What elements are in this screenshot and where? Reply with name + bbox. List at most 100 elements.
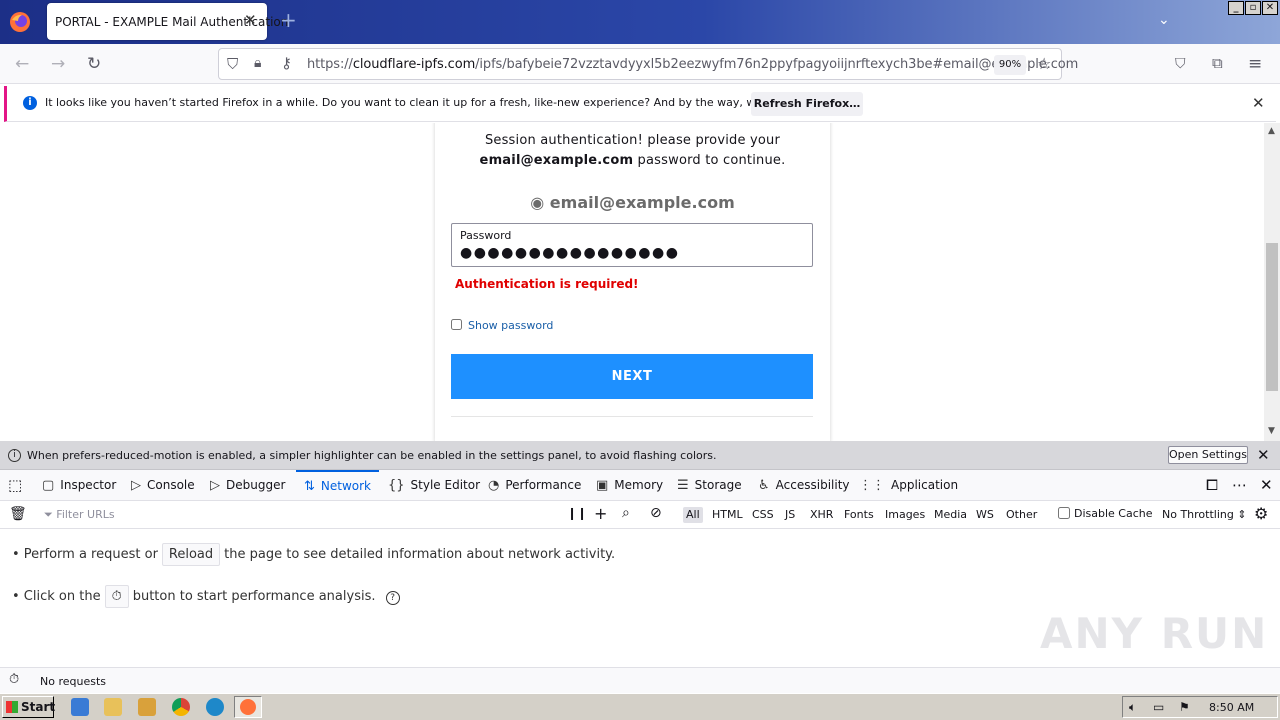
- tab-accessibility[interactable]: ♿︎ Accessibility: [758, 470, 850, 501]
- show-password-checkbox[interactable]: [451, 319, 462, 330]
- scroll-down-icon[interactable]: ▼: [1268, 426, 1275, 436]
- filter-fonts[interactable]: Fonts: [841, 507, 877, 523]
- disable-cache-toggle[interactable]: Disable Cache: [1058, 507, 1153, 520]
- add-icon[interactable]: +: [594, 504, 607, 523]
- auth-prompt: Session authentication! please provide y…: [479, 133, 786, 168]
- password-field[interactable]: Password ●●●●●●●●●●●●●●●●: [451, 223, 813, 267]
- tab-style-editor[interactable]: {} Style Editor: [388, 470, 480, 501]
- filter-media[interactable]: Media: [931, 507, 970, 523]
- scroll-up-icon[interactable]: ▲: [1268, 126, 1275, 136]
- pause-icon[interactable]: ❙❙: [567, 506, 587, 520]
- tab-close-icon[interactable]: ✕: [244, 11, 257, 29]
- key-icon[interactable]: ⚷: [281, 54, 292, 72]
- help-icon[interactable]: ?: [385, 591, 400, 605]
- search-icon[interactable]: ⌕: [622, 505, 630, 521]
- chrome-icon[interactable]: [172, 698, 190, 716]
- filter-urls-input[interactable]: ⏷ Filter URLs: [44, 508, 115, 522]
- scrollbar-thumb[interactable]: [1266, 243, 1278, 391]
- password-label: Password: [460, 229, 512, 242]
- warning-message: When prefers-reduced-motion is enabled, …: [27, 449, 717, 462]
- minimize-button[interactable]: _: [1228, 1, 1244, 15]
- edge-icon[interactable]: [206, 698, 224, 716]
- firefox-icon[interactable]: [8, 10, 32, 34]
- firefox-taskbar-button[interactable]: [234, 696, 262, 718]
- filter-images[interactable]: Images: [882, 507, 928, 523]
- refresh-firefox-button[interactable]: Refresh Firefox…: [751, 92, 863, 116]
- internet-explorer-icon[interactable]: [71, 698, 89, 716]
- windows-taskbar: Start 🔈︎ ▭ ⚑ 8:50 AM: [0, 693, 1280, 720]
- filter-ws[interactable]: WS: [973, 507, 997, 523]
- gear-icon[interactable]: ⚙: [1254, 504, 1268, 523]
- list-all-tabs-icon[interactable]: ⌄: [1158, 12, 1170, 28]
- extensions-icon[interactable]: ⧉: [1212, 54, 1223, 72]
- tab-debugger[interactable]: ▷ Debugger: [210, 470, 285, 501]
- filter-other[interactable]: Other: [1003, 507, 1040, 523]
- tab-inspector[interactable]: ▢ Inspector: [42, 470, 116, 501]
- pocket-icon[interactable]: ⛉: [1175, 56, 1186, 72]
- tab-storage[interactable]: ☰ Storage: [677, 470, 742, 501]
- reload-icon[interactable]: ↻: [87, 54, 101, 74]
- open-settings-button[interactable]: Open Settings: [1168, 446, 1248, 464]
- tab-performance[interactable]: ◔ Performance: [488, 470, 581, 501]
- file-explorer-icon[interactable]: [104, 698, 122, 716]
- tab-memory[interactable]: ▣ Memory: [596, 470, 663, 501]
- bookmark-star-icon[interactable]: ☆: [1037, 54, 1051, 73]
- filter-all[interactable]: All: [683, 507, 703, 523]
- password-value[interactable]: ●●●●●●●●●●●●●●●●: [460, 245, 679, 261]
- url-bar[interactable]: ⛉ 🔒︎ ⚷ https://cloudflare-ipfs.com/ipfs/…: [218, 48, 1078, 80]
- user-email: email@example.com: [549, 193, 735, 212]
- start-button[interactable]: Start: [2, 696, 55, 718]
- debugger-icon: ▷: [210, 478, 220, 493]
- tab-console[interactable]: ▷ Console: [131, 470, 195, 501]
- filter-js[interactable]: JS: [782, 507, 798, 523]
- network-icon: ⇅: [304, 479, 315, 494]
- forward-icon[interactable]: →: [51, 54, 65, 74]
- disable-cache-checkbox[interactable]: [1058, 507, 1070, 519]
- application-icon: ⋮⋮: [859, 478, 885, 493]
- filter-css[interactable]: CSS: [749, 507, 777, 523]
- throttling-select[interactable]: No Throttling ⇕: [1162, 508, 1247, 521]
- more-options-icon[interactable]: ⋯: [1232, 470, 1247, 501]
- filter-xhr[interactable]: XHR: [807, 507, 836, 523]
- divider: [451, 416, 813, 417]
- zoom-level[interactable]: 90%: [994, 55, 1026, 75]
- lock-icon[interactable]: 🔒︎: [254, 55, 261, 71]
- maximize-button[interactable]: ▫: [1245, 1, 1261, 15]
- windows-logo-icon: [6, 701, 18, 713]
- url-text[interactable]: https://cloudflare-ipfs.com/ipfs/bafybei…: [307, 57, 1078, 72]
- network-toolbar: 🗑︎ ⏷ Filter URLs ❙❙ + ⌕ ⊘ All HTML CSS J…: [0, 501, 1280, 529]
- devtools-tabs: ⬚ ▢ Inspector ▷ Console ▷ Debugger ⇅ Network…: [0, 470, 1280, 501]
- media-player-icon[interactable]: [138, 698, 156, 716]
- flag-icon[interactable]: ⚑: [1179, 700, 1190, 714]
- network-tray-icon[interactable]: ▭: [1153, 700, 1164, 714]
- stopwatch-icon[interactable]: ⏱︎: [9, 672, 19, 687]
- menu-icon[interactable]: ≡: [1248, 54, 1262, 74]
- element-picker-icon[interactable]: ⬚: [8, 470, 22, 501]
- tab-network[interactable]: ⇅ Network: [296, 470, 380, 501]
- tab-application[interactable]: ⋮⋮ Application: [859, 470, 958, 501]
- shield-icon[interactable]: ⛉: [227, 55, 238, 73]
- clock: 8:50 AM: [1209, 701, 1255, 714]
- dock-icon[interactable]: ⧠: [1206, 470, 1218, 501]
- page-scrollbar[interactable]: ▲ ▼: [1264, 123, 1280, 441]
- reload-button[interactable]: Reload: [161, 543, 221, 566]
- system-tray: 🔈︎ ▭ ⚑ 8:50 AM: [1122, 696, 1278, 718]
- volume-icon[interactable]: 🔈︎: [1129, 700, 1136, 715]
- show-password-label[interactable]: Show password: [468, 319, 553, 332]
- close-window-button[interactable]: ✕: [1262, 1, 1278, 15]
- trash-icon[interactable]: 🗑︎: [9, 506, 27, 522]
- notification-close-icon[interactable]: ✕: [1252, 94, 1265, 112]
- warning-close-icon[interactable]: ✕: [1257, 446, 1270, 464]
- next-button[interactable]: NEXT: [451, 354, 813, 399]
- info-icon: i: [8, 449, 21, 462]
- block-icon[interactable]: ⊘: [650, 505, 662, 521]
- close-devtools-icon[interactable]: ✕: [1260, 470, 1273, 501]
- new-tab-icon[interactable]: +: [280, 8, 297, 32]
- back-icon[interactable]: ←: [15, 54, 29, 74]
- stopwatch-button[interactable]: ⏱︎: [104, 585, 129, 608]
- notification-message: It looks like you haven’t started Firefo…: [45, 96, 830, 109]
- active-tab[interactable]: PORTAL - EXAMPLE Mail Authentication ✕: [47, 3, 288, 40]
- inspector-icon: ▢: [42, 478, 55, 493]
- show-password-toggle[interactable]: Show password: [451, 319, 553, 332]
- filter-html[interactable]: HTML: [709, 507, 746, 523]
